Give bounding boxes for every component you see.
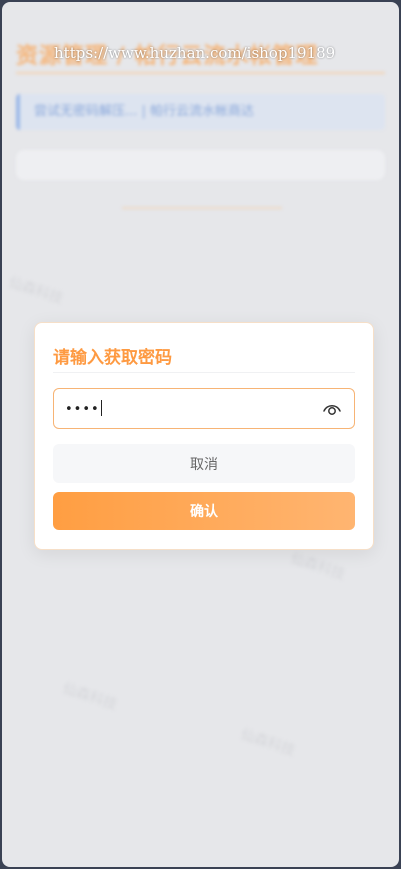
watermark: 仙森科技 bbox=[288, 550, 347, 584]
download-link-card[interactable]: 尝试无密码解压... | 帕行云流水帐商达 bbox=[16, 94, 385, 130]
watermark: 仙森科技 bbox=[60, 680, 119, 714]
password-dialog: 请输入获取密码 •••• 取消 确认 bbox=[34, 322, 374, 550]
password-value: •••• bbox=[65, 402, 100, 417]
watermark: 仙森科技 bbox=[238, 726, 297, 760]
password-field[interactable]: •••• bbox=[53, 388, 355, 429]
text-caret bbox=[100, 400, 102, 416]
dialog-title: 请输入获取密码 bbox=[53, 348, 172, 368]
phone-screen: 资源管理 / 帕行云流水帐管理 尝试无密码解压... | 帕行云流水帐商达 仙森… bbox=[2, 2, 399, 867]
eye-icon[interactable] bbox=[322, 400, 342, 418]
confirm-button[interactable]: 确认 bbox=[53, 492, 355, 530]
section-divider bbox=[122, 207, 282, 209]
cancel-button[interactable]: 取消 bbox=[53, 444, 355, 483]
title-underline bbox=[16, 72, 385, 74]
url-watermark: https://www.huzhan.com/ishop19189 bbox=[54, 44, 336, 62]
content-card bbox=[16, 150, 385, 180]
dialog-divider bbox=[53, 372, 355, 373]
watermark: 仙森科技 bbox=[6, 274, 65, 308]
password-input[interactable]: •••• bbox=[65, 400, 102, 417]
